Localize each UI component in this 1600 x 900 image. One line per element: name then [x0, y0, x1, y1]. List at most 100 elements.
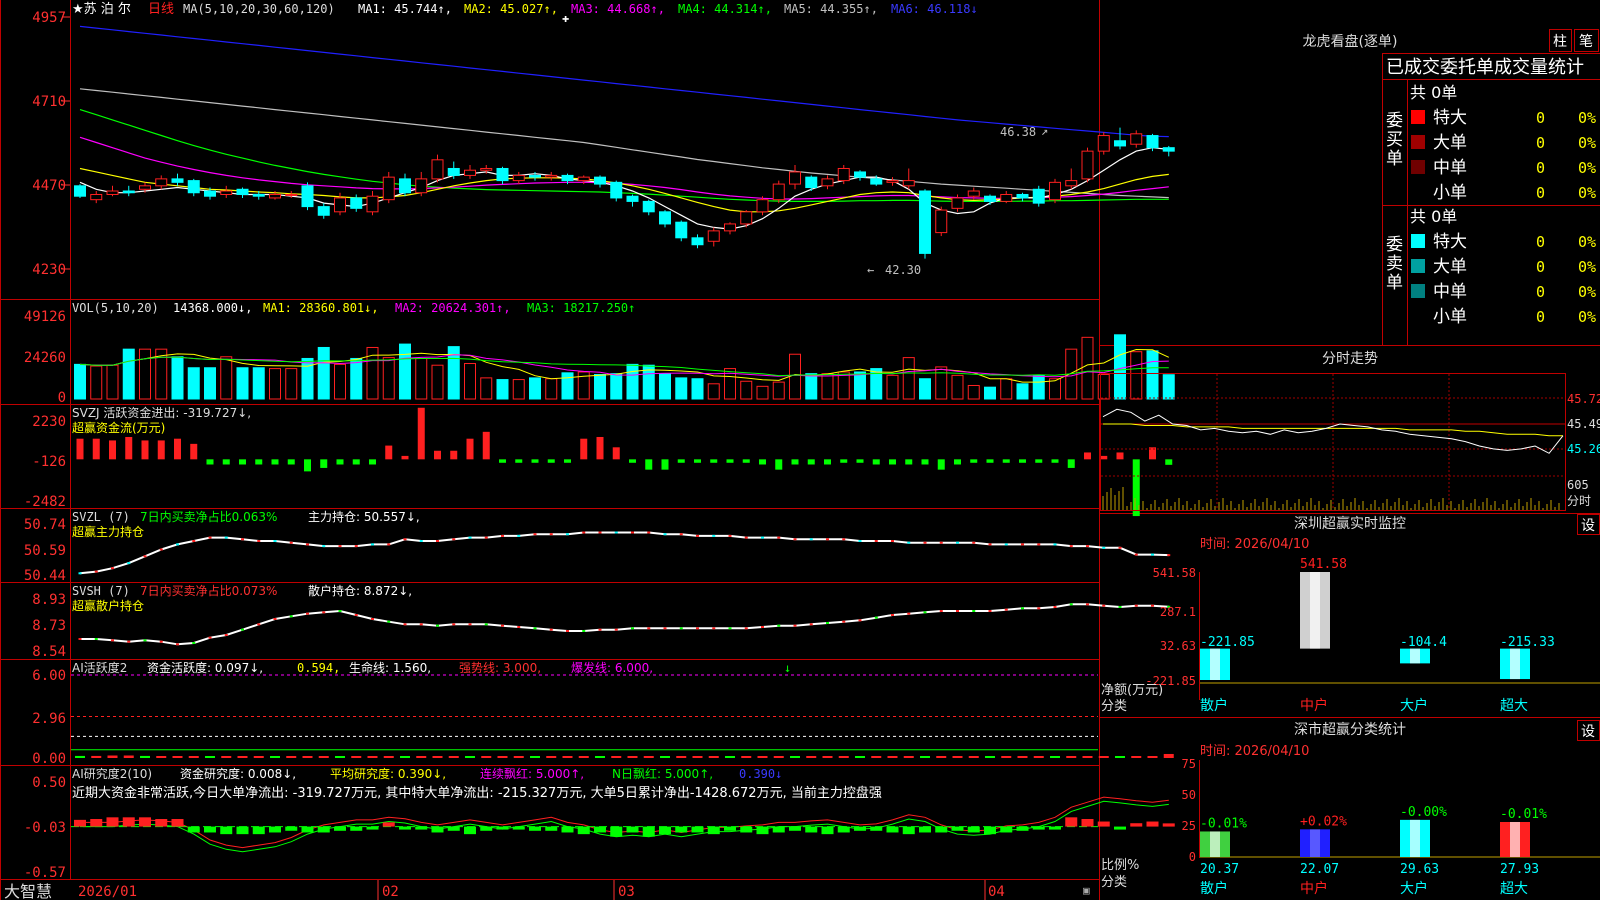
candle-body: [805, 176, 818, 189]
sz-value-label: -104.4: [1400, 635, 1447, 650]
hold-dot: [208, 636, 212, 639]
ai1-axis: 6.00 2.96 0.00: [32, 668, 66, 767]
sz-tick: 32.63: [1160, 639, 1196, 653]
hold-dot: [306, 612, 309, 615]
volume-bar: [919, 378, 931, 400]
volume-bar: [561, 372, 574, 400]
research-bar: [561, 826, 574, 833]
activity-bar: [741, 756, 752, 758]
candle-body: [301, 185, 314, 208]
cls-axis: 75 50 25 0: [1182, 757, 1196, 864]
candle-body: [512, 174, 525, 182]
research-bar: [74, 819, 86, 827]
flow-bar: [791, 459, 799, 465]
intraday-panel: 分时走势 45.72 45.49 45.26 605 分时: [1100, 351, 1600, 511]
candle-body: [707, 230, 720, 242]
cls-bar-highlight: [1310, 829, 1320, 857]
hold-dot: [972, 610, 976, 612]
hold-dot: [322, 611, 326, 614]
ai1-life: 生命线: 1.560,: [349, 660, 431, 675]
svzl-tick: 50.74: [24, 517, 66, 533]
svzj-tick: -126: [32, 454, 66, 470]
candle-body: [886, 180, 899, 183]
activity-bar: [140, 755, 150, 758]
order-name: 中单: [1433, 158, 1467, 178]
candle-body: [1097, 135, 1110, 152]
research-bar: [1000, 826, 1013, 833]
research-bar: [106, 817, 119, 827]
activity-bar: [383, 756, 394, 758]
volume-bar: [1049, 378, 1061, 400]
stock-name[interactable]: ★苏 泊 尔: [72, 1, 131, 17]
hold-dot: [143, 639, 147, 642]
hold-dot: [484, 623, 488, 626]
research-bar: [642, 826, 655, 837]
period-label[interactable]: 日线: [148, 2, 174, 17]
hold-dot: [224, 634, 228, 636]
volume-bar: [496, 379, 509, 400]
activity-bar: [351, 756, 362, 758]
sell-side-char: 卖: [1386, 254, 1403, 274]
activity-bar: [156, 756, 167, 758]
candle-body: [399, 178, 411, 194]
hold-dot: [858, 619, 862, 622]
research-bar: [594, 826, 606, 833]
sz-ylabel: 净额(万元): [1101, 683, 1163, 698]
sz-monitor-chart[interactable]: -221.85 散户 541.58 中户 -104.4 大户 -215.33 超大: [1200, 557, 1600, 714]
volume-bar: [171, 356, 184, 400]
hold-dot: [257, 623, 261, 626]
activity-bar: [725, 756, 735, 758]
research-bar: [951, 826, 964, 831]
svzl-tick: 50.59: [24, 543, 66, 559]
hold-dot: [842, 538, 846, 541]
cls-time: 时间: 2026/04/10: [1200, 744, 1309, 759]
activity-bar: [546, 756, 557, 758]
flow-bar: [401, 455, 409, 460]
volume-bar: [236, 367, 249, 400]
ai1-chart[interactable]: [71, 674, 1174, 758]
flow-bar: [1165, 459, 1173, 465]
ai2-axis: 0.50 -0.03 -0.57: [24, 775, 66, 881]
sz-tick: 541.58: [1153, 566, 1196, 580]
cls-stats-chart[interactable]: -0.01% 20.37 散户 +0.02% 22.07 中户 -0.00% 29.63 大户 -…: [1200, 805, 1600, 897]
candle-body: [1032, 188, 1045, 204]
svsh-tick: 8.54: [32, 644, 66, 660]
flow-bar: [629, 459, 636, 463]
flow-bar: [889, 459, 896, 465]
buy-side-char: 买: [1386, 130, 1403, 150]
flow-bar: [937, 459, 945, 470]
research-bar: [870, 826, 883, 831]
activity-bar: [708, 756, 719, 758]
ma3-value: MA3: 44.668↑,: [571, 2, 665, 16]
candle-body: [220, 190, 233, 195]
price-chart[interactable]: [74, 25, 1175, 259]
ma1-value: MA1: 45.744↑,: [358, 2, 452, 16]
candle-body: [756, 199, 769, 213]
low-arrow: ←: [867, 263, 874, 277]
volume-bar: [951, 374, 964, 400]
hold-dot: [1021, 543, 1024, 546]
svsh-tick: 8.73: [32, 618, 66, 634]
candle-body: [789, 171, 801, 185]
hold-dot: [517, 534, 521, 537]
activity-bar: [270, 756, 280, 758]
candle-body: [236, 188, 249, 195]
research-bar: [350, 826, 363, 831]
ai2-chart[interactable]: [71, 796, 1175, 853]
price-axis: 4957 4710 4470 4230: [32, 10, 66, 278]
hold-dot: [1118, 606, 1122, 608]
cls-ylabel: 比例%: [1101, 858, 1139, 873]
lock-icon[interactable]: ▣: [1083, 884, 1090, 897]
svsh-chart[interactable]: [78, 603, 1171, 646]
cls-tick: 75: [1182, 757, 1196, 771]
activity-bar: [773, 756, 784, 758]
volume-chart[interactable]: [74, 334, 1175, 400]
svzj-chart[interactable]: [76, 407, 1173, 517]
svzl-chart[interactable]: [78, 531, 1171, 575]
volume-bar: [854, 371, 866, 400]
hold-dot: [1021, 607, 1024, 610]
sz-value-label: 541.58: [1300, 557, 1347, 572]
flow-bar: [645, 459, 653, 470]
activity-bar: [286, 756, 297, 758]
ai2-last: 0.390↓: [739, 767, 782, 781]
